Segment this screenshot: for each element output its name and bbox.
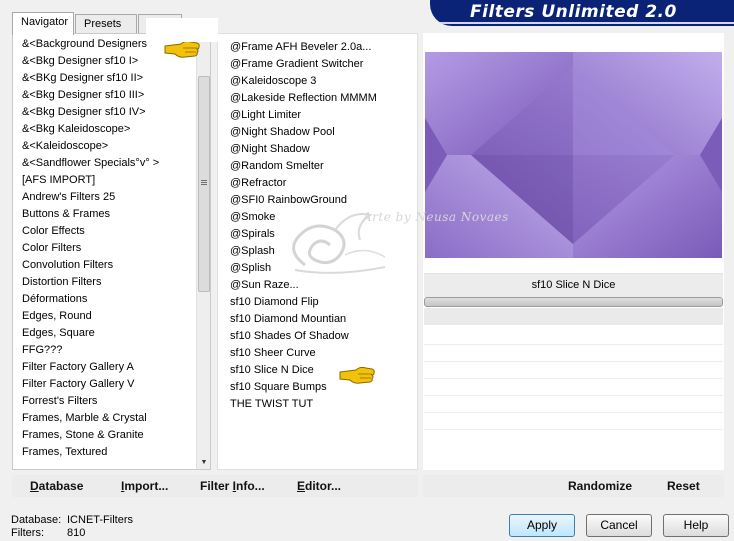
- database-value: ICNET-Filters: [67, 514, 133, 526]
- category-item[interactable]: Forrest's Filters: [13, 393, 196, 410]
- database-button[interactable]: Database: [30, 479, 83, 493]
- category-item[interactable]: Déformations: [13, 291, 196, 308]
- filter-item[interactable]: @Splash: [218, 243, 417, 260]
- category-item[interactable]: &<Kaleidoscope>: [13, 138, 196, 155]
- category-item[interactable]: Buttons & Frames: [13, 206, 196, 223]
- filter-item[interactable]: @Frame AFH Beveler 2.0a...: [218, 39, 417, 56]
- category-item[interactable]: &<Sandflower Specials°v° >: [13, 155, 196, 172]
- tab-navigator[interactable]: Navigator: [12, 12, 74, 35]
- filter-item[interactable]: sf10 Diamond Mountian: [218, 311, 417, 328]
- category-item[interactable]: [AFS IMPORT]: [13, 172, 196, 189]
- category-list: &<Background Designers &<Bkg Designer sf1…: [13, 36, 196, 461]
- navigator-toolbar: Database Import... Filter Info... Editor…: [12, 475, 418, 497]
- filter-item[interactable]: @Refractor: [218, 175, 417, 192]
- title-banner: Filters Unlimited 2.0: [430, 0, 734, 26]
- randomize-button[interactable]: Randomize: [568, 479, 632, 493]
- category-item[interactable]: Frames, Textured: [13, 444, 196, 461]
- preview-pane: sf10 Slice N Dice: [423, 33, 724, 470]
- filter-item[interactable]: @Frame Gradient Switcher: [218, 56, 417, 73]
- filter-item[interactable]: @Smoke: [218, 209, 417, 226]
- banner-highlight: [430, 22, 734, 24]
- scrollbar-thumb[interactable]: [198, 76, 210, 292]
- preview-toolbar: Randomize Reset: [423, 475, 724, 497]
- selected-filter-name: sf10 Slice N Dice: [424, 273, 723, 297]
- filters-count-label: Filters:: [11, 527, 44, 539]
- category-item[interactable]: Convolution Filters: [13, 257, 196, 274]
- filter-parameter-slider[interactable]: [424, 297, 723, 307]
- category-item[interactable]: Andrew's Filters 25: [13, 189, 196, 206]
- filter-list: @Frame AFH Beveler 2.0a... @Frame Gradien…: [218, 39, 417, 413]
- filter-list-pane: @Frame AFH Beveler 2.0a... @Frame Gradien…: [217, 33, 418, 470]
- filter-info-button[interactable]: Filter Info...: [200, 479, 265, 493]
- filter-item[interactable]: @Night Shadow Pool: [218, 124, 417, 141]
- status-area: Database: ICNET-Filters Filters: 810: [11, 514, 151, 540]
- filter-item[interactable]: @Night Shadow: [218, 141, 417, 158]
- category-list-pane: &<Background Designers &<Bkg Designer sf1…: [12, 33, 211, 470]
- app-title: Filters Unlimited 2.0: [470, 2, 677, 22]
- filter-item[interactable]: sf10 Square Bumps: [218, 379, 417, 396]
- category-item[interactable]: FFG???: [13, 342, 196, 359]
- category-item[interactable]: Frames, Marble & Crystal: [13, 410, 196, 427]
- filter-item[interactable]: @Sun Raze...: [218, 277, 417, 294]
- reset-button[interactable]: Reset: [667, 479, 700, 493]
- category-item[interactable]: Filter Factory Gallery V: [13, 376, 196, 393]
- category-item[interactable]: Color Effects: [13, 223, 196, 240]
- cancel-button[interactable]: Cancel: [586, 514, 652, 537]
- category-item[interactable]: Edges, Square: [13, 325, 196, 342]
- tab-strip-overlay: [146, 18, 218, 42]
- filter-item[interactable]: @Splish: [218, 260, 417, 277]
- category-item[interactable]: Color Filters: [13, 240, 196, 257]
- category-item[interactable]: &<Bkg Designer sf10 III>: [13, 87, 196, 104]
- filter-item[interactable]: @Random Smelter: [218, 158, 417, 175]
- apply-button[interactable]: Apply: [509, 514, 575, 537]
- filter-item[interactable]: sf10 Sheer Curve: [218, 345, 417, 362]
- filter-item[interactable]: @SFI0 RainbowGround: [218, 192, 417, 209]
- preview-image: [425, 52, 722, 258]
- category-item[interactable]: Filter Factory Gallery A: [13, 359, 196, 376]
- slider-band: [424, 308, 723, 325]
- filter-item[interactable]: @Lakeside Reflection MMMM: [218, 90, 417, 107]
- filter-item[interactable]: @Light Limiter: [218, 107, 417, 124]
- category-item[interactable]: &<BKg Designer sf10 II>: [13, 70, 196, 87]
- import-button[interactable]: Import...: [121, 479, 168, 493]
- filter-item[interactable]: THE TWIST TUT: [218, 396, 417, 413]
- filter-item[interactable]: sf10 Diamond Flip: [218, 294, 417, 311]
- filter-item[interactable]: @Spirals: [218, 226, 417, 243]
- filter-item[interactable]: sf10 Slice N Dice: [218, 362, 417, 379]
- category-scrollbar[interactable]: ▼: [196, 34, 210, 469]
- help-button[interactable]: Help: [663, 514, 729, 537]
- category-item[interactable]: Frames, Stone & Granite: [13, 427, 196, 444]
- pointing-hand-icon: [338, 362, 376, 386]
- filters-count-value: 810: [67, 527, 86, 539]
- category-item[interactable]: Distortion Filters: [13, 274, 196, 291]
- category-item[interactable]: &<Bkg Designer sf10 IV>: [13, 104, 196, 121]
- category-item[interactable]: &<Bkg Kaleidoscope>: [13, 121, 196, 138]
- filter-item[interactable]: sf10 Shades Of Shadow: [218, 328, 417, 345]
- editor-button[interactable]: Editor...: [297, 479, 341, 493]
- scroll-down-arrow-icon[interactable]: ▼: [197, 458, 210, 468]
- database-label: Database:: [11, 514, 62, 526]
- tab-presets[interactable]: Presets: [75, 14, 137, 34]
- filter-item[interactable]: @Kaleidoscope 3: [218, 73, 417, 90]
- category-item[interactable]: Edges, Round: [13, 308, 196, 325]
